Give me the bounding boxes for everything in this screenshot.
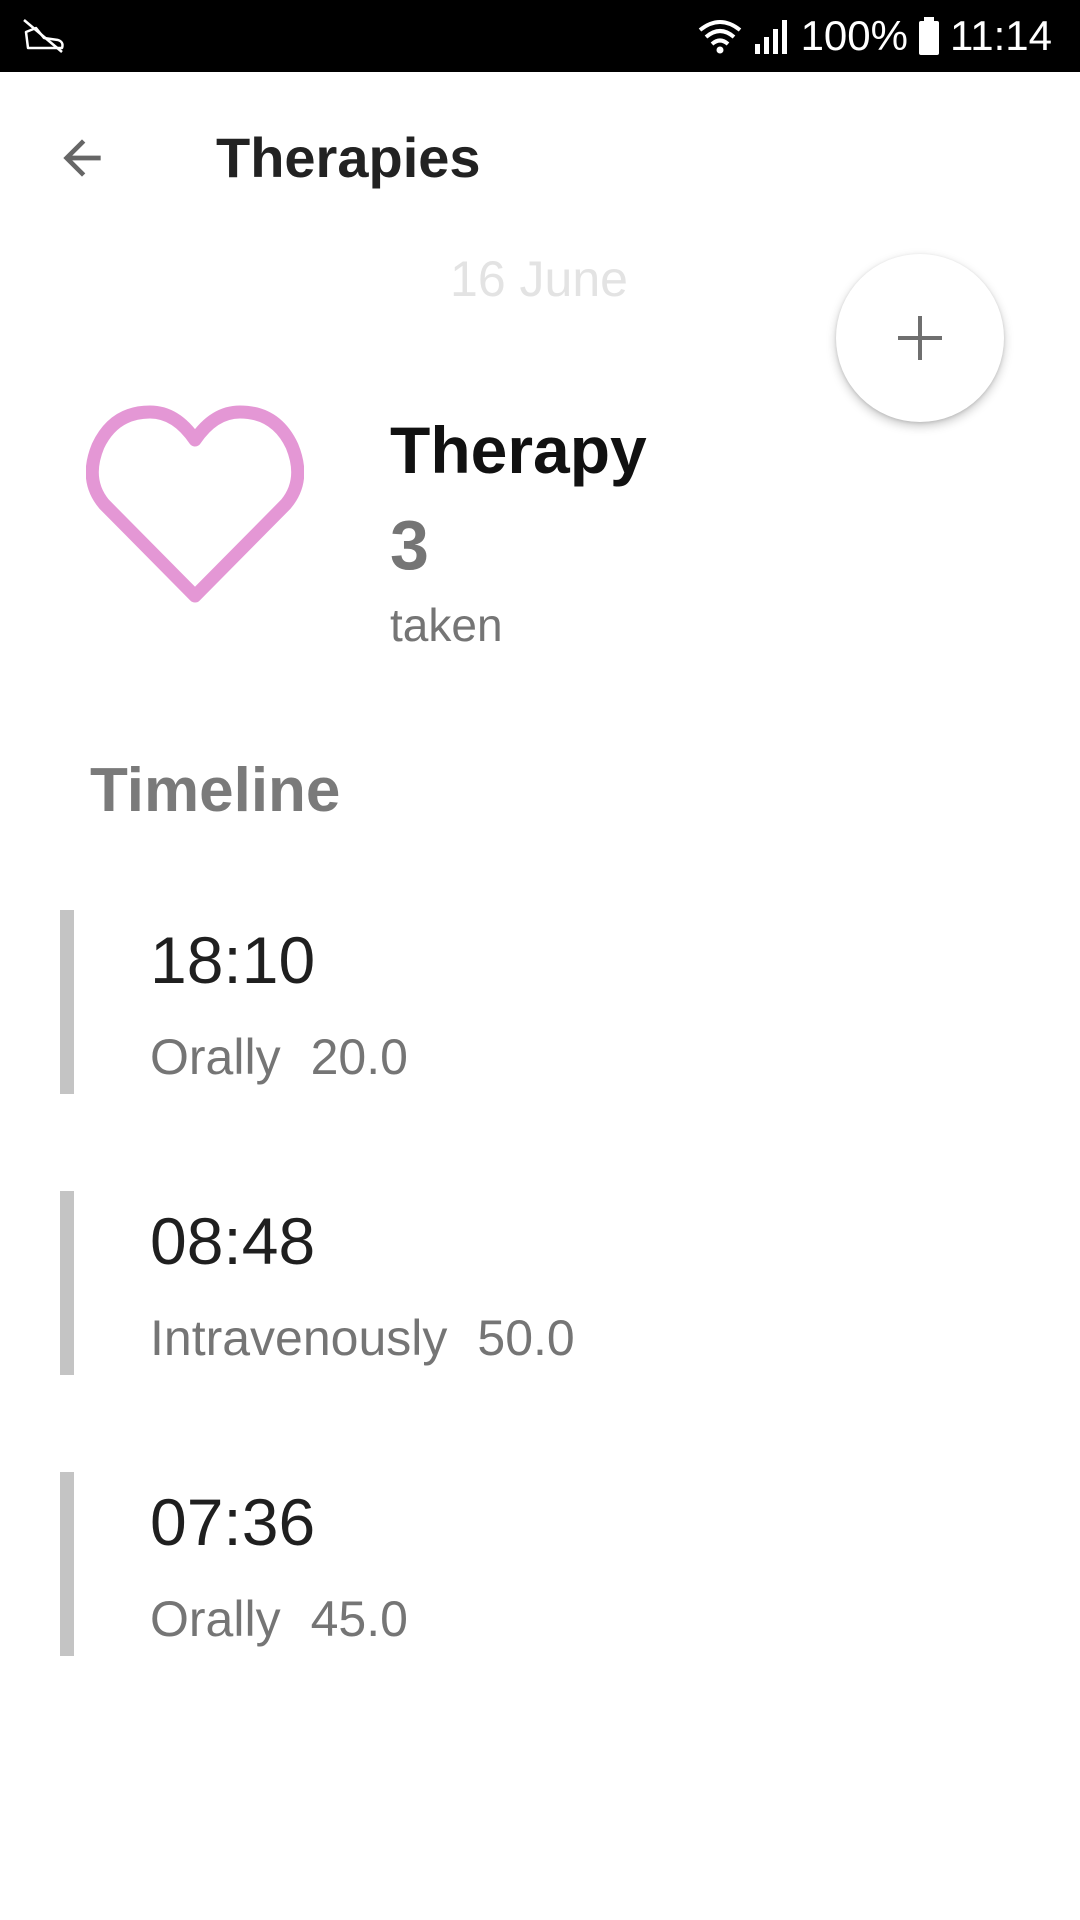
back-button[interactable] bbox=[46, 122, 118, 194]
plus-icon bbox=[898, 316, 942, 360]
entry-dose: 20.0 bbox=[310, 1029, 408, 1085]
timeline-entry[interactable]: 18:10 Orally 20.0 bbox=[60, 910, 1020, 1094]
timeline-bar bbox=[60, 1191, 74, 1375]
entry-time: 08:48 bbox=[150, 1204, 316, 1278]
signal-icon bbox=[753, 16, 791, 56]
entry-dose: 45.0 bbox=[310, 1591, 408, 1647]
timeline-title: Timeline bbox=[90, 756, 341, 825]
app-bar: Therapies bbox=[0, 72, 1080, 242]
summary-title: Therapy bbox=[390, 413, 647, 487]
entry-detail: Orally 20.0 bbox=[150, 1028, 408, 1086]
entry-time: 18:10 bbox=[150, 923, 316, 997]
status-right: 100% 11:14 bbox=[697, 0, 1052, 72]
entry-route: Orally bbox=[150, 1029, 281, 1085]
taken-caption: taken bbox=[390, 599, 503, 651]
entry-detail: Intravenously 50.0 bbox=[150, 1309, 575, 1367]
entry-dose: 50.0 bbox=[477, 1310, 575, 1366]
entry-time: 07:36 bbox=[150, 1485, 316, 1559]
clock: 11:14 bbox=[950, 12, 1052, 59]
timeline-entry[interactable]: 07:36 Orally 45.0 bbox=[60, 1472, 1020, 1656]
battery-icon bbox=[918, 16, 940, 56]
wifi-icon bbox=[697, 16, 743, 56]
page-title: Therapies bbox=[216, 126, 481, 189]
shoe-notification-icon bbox=[22, 18, 66, 54]
battery-percentage: 100% bbox=[800, 12, 908, 59]
entry-route: Intravenously bbox=[150, 1310, 448, 1366]
date-text: 16 June bbox=[450, 251, 628, 307]
timeline-entry[interactable]: 08:48 Intravenously 50.0 bbox=[60, 1191, 1020, 1375]
timeline-bar bbox=[60, 1472, 74, 1656]
heart-icon bbox=[85, 400, 305, 610]
status-bar: 100% 11:14 bbox=[0, 0, 1080, 72]
taken-count: 3 bbox=[390, 506, 429, 584]
screen: 100% 11:14 Therapies 16 June Therapy 3 t… bbox=[0, 0, 1080, 1920]
entry-route: Orally bbox=[150, 1591, 281, 1647]
arrow-back-icon bbox=[63, 139, 101, 177]
entry-detail: Orally 45.0 bbox=[150, 1590, 408, 1648]
timeline-bar bbox=[60, 910, 74, 1094]
add-therapy-button[interactable] bbox=[836, 254, 1004, 422]
